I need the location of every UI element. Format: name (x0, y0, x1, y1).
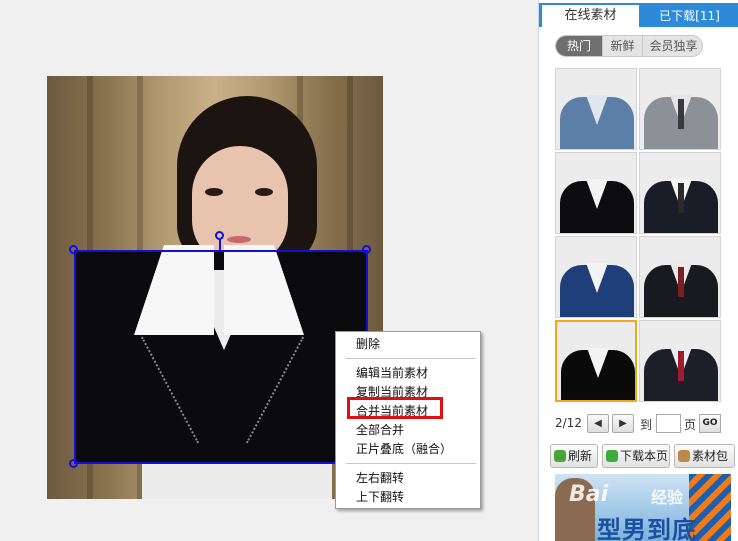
menu-separator (346, 358, 476, 359)
filter-new[interactable]: 新鲜 (602, 36, 642, 56)
package-icon (678, 450, 690, 462)
menu-separator (346, 463, 476, 464)
menu-item-multiply-blend[interactable]: 正片叠底（融合） (356, 440, 452, 457)
refresh-label: 刷新 (568, 449, 593, 463)
context-menu: 删除 编辑当前素材 复制当前素材 合并当前素材 全部合并 正片叠底（融合） 左右… (335, 331, 481, 509)
download-page-label: 下载本页 (620, 449, 669, 463)
material-thumbnail[interactable] (639, 68, 721, 150)
pager: 2/12 ◀ ▶ 到 页 GO (555, 414, 738, 434)
refresh-icon (554, 450, 566, 462)
next-page-icon[interactable]: ▶ (612, 414, 634, 433)
download-page-button[interactable]: 下载本页 (602, 444, 670, 468)
thumbnail-tie (678, 99, 684, 129)
material-thumbnail[interactable] (639, 320, 721, 402)
download-arrow-icon (606, 450, 618, 462)
filter-hot[interactable]: 热门 (556, 36, 602, 56)
portrait-eye (205, 188, 223, 196)
material-thumbnail[interactable] (555, 68, 637, 150)
go-button[interactable]: GO (699, 414, 721, 433)
material-pack-button[interactable]: 素材包 (674, 444, 735, 468)
material-grid (555, 68, 723, 404)
filter-segmented-control: 热门 新鲜 会员独享 (555, 35, 703, 57)
tab-downloaded[interactable]: 已下载[11] (642, 5, 737, 27)
highlight-box (347, 397, 443, 419)
material-thumbnail[interactable] (555, 320, 637, 402)
material-thumbnail[interactable] (639, 152, 721, 234)
filter-vip[interactable]: 会员独享 (642, 36, 702, 56)
thumbnail-tie (678, 351, 684, 381)
material-thumbnail[interactable] (639, 236, 721, 318)
material-pack-label: 素材包 (692, 449, 729, 463)
thumbnail-tie (678, 183, 684, 213)
tab-online-materials[interactable]: 在线素材 (542, 5, 639, 27)
menu-item-merge-all[interactable]: 全部合并 (356, 421, 404, 438)
resize-handle-bottom-left[interactable] (69, 459, 78, 468)
material-thumbnail[interactable] (555, 152, 637, 234)
page-label: 页 (684, 418, 697, 432)
ad-banner[interactable]: Bai 经验 型男到底 (555, 474, 731, 541)
material-thumbnail[interactable] (555, 236, 637, 318)
watermark-text: 经验 (651, 488, 684, 507)
ad-headline: 型男到底 (597, 516, 697, 541)
menu-item-edit[interactable]: 编辑当前素材 (356, 364, 428, 381)
menu-item-flip-vertical[interactable]: 上下翻转 (356, 488, 404, 505)
watermark-logo: Bai (569, 482, 609, 507)
rotate-handle[interactable] (215, 231, 224, 240)
page-indicator: 2/12 (555, 416, 582, 430)
portrait-eye (255, 188, 273, 196)
portrait-lips (227, 236, 251, 243)
selection-box[interactable] (74, 250, 368, 464)
resize-handle-top-right[interactable] (362, 245, 371, 254)
goto-label: 到 (640, 418, 653, 432)
menu-item-flip-horizontal[interactable]: 左右翻转 (356, 469, 404, 486)
portrait-shirt (142, 464, 332, 499)
resize-handle-top-left[interactable] (69, 245, 78, 254)
panel-tabbar: 在线素材 已下载[11] (539, 3, 738, 27)
menu-item-delete[interactable]: 删除 (356, 335, 380, 352)
material-panel: 在线素材 已下载[11] 热门 新鲜 会员独享 2/12 ◀ ▶ 到 页 GO … (538, 0, 738, 541)
refresh-button[interactable]: 刷新 (550, 444, 598, 468)
page-number-input[interactable] (656, 414, 681, 433)
thumbnail-tie (678, 267, 684, 297)
prev-page-icon[interactable]: ◀ (587, 414, 609, 433)
